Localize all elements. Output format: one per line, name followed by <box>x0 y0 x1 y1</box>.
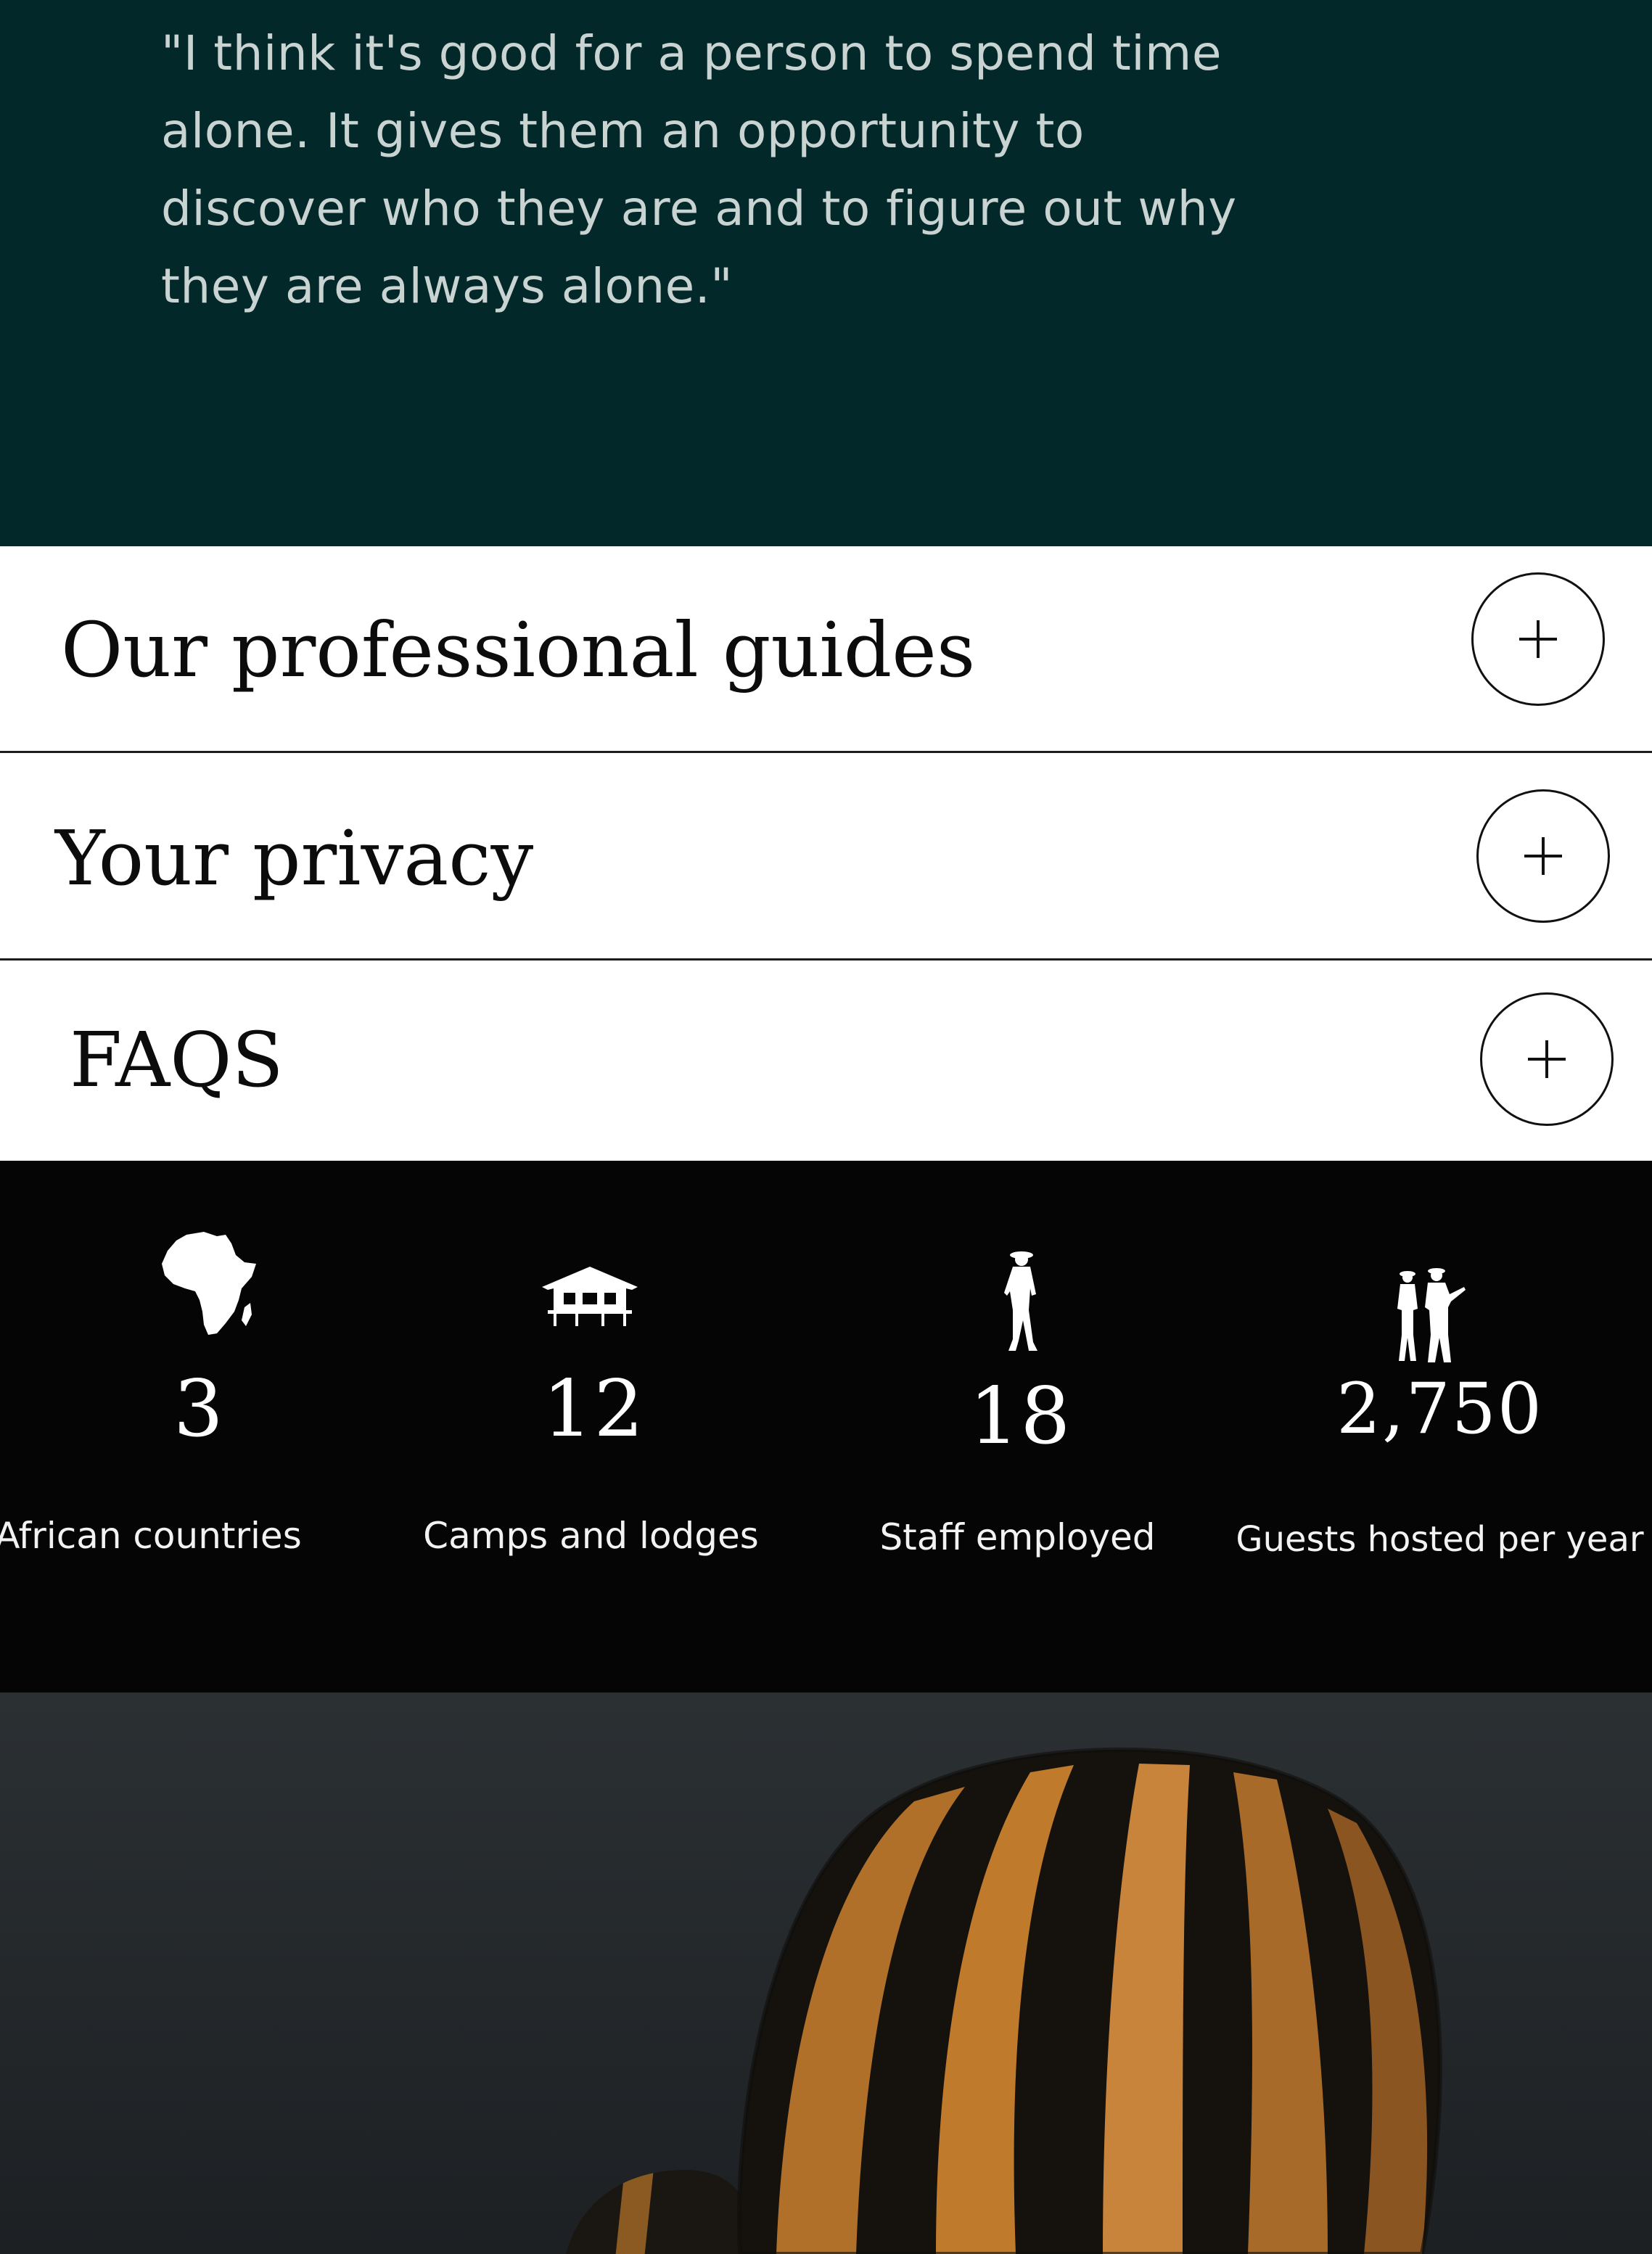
stat-label: Camps and lodges <box>423 1515 759 1557</box>
balloon-illustration <box>0 1692 1652 2254</box>
accordion-title: FAQS <box>70 1016 284 1104</box>
quote-text: "I think it's good for a person to spend… <box>161 25 1237 314</box>
stat-label: Guests hosted per year <box>1236 1519 1644 1560</box>
stat-label: Staff employed <box>879 1516 1156 1558</box>
stat-number: 2,750 <box>1336 1368 1543 1449</box>
stat-guests: 2,750 Guests hosted per year <box>1233 1161 1646 1692</box>
accordion-title: Our professional guides <box>61 606 976 694</box>
stat-camps: 12 Camps and lodges <box>385 1161 797 1692</box>
guide-person-icon <box>1003 1251 1037 1351</box>
expand-plus-icon[interactable] <box>1476 789 1610 923</box>
accordion-item-faqs[interactable]: FAQS <box>0 961 1652 1161</box>
accordion-item-privacy[interactable]: Your privacy <box>0 753 1652 961</box>
stat-number: 3 <box>173 1364 225 1455</box>
stat-staff: 18 Staff employed <box>811 1161 1224 1692</box>
africa-map-icon <box>161 1232 256 1335</box>
expand-plus-icon[interactable] <box>1480 992 1614 1126</box>
accordion-item-professional-guides[interactable]: Our professional guides <box>0 546 1652 753</box>
stats-section: 3 African countries 12 Camps and lodges … <box>0 1161 1652 1692</box>
quote-section: "I think it's good for a person to spend… <box>0 0 1652 546</box>
tent-icon <box>541 1267 638 1326</box>
stat-number: 18 <box>969 1371 1072 1462</box>
expand-plus-icon[interactable] <box>1471 572 1605 706</box>
stat-countries: 3 African countries <box>0 1161 413 1692</box>
stat-label: African countries <box>0 1515 302 1557</box>
accordion-title: Your privacy <box>55 814 534 902</box>
hero-balloon-image <box>0 1692 1652 2254</box>
stat-number: 12 <box>542 1364 646 1455</box>
guests-group-icon <box>1397 1268 1466 1362</box>
